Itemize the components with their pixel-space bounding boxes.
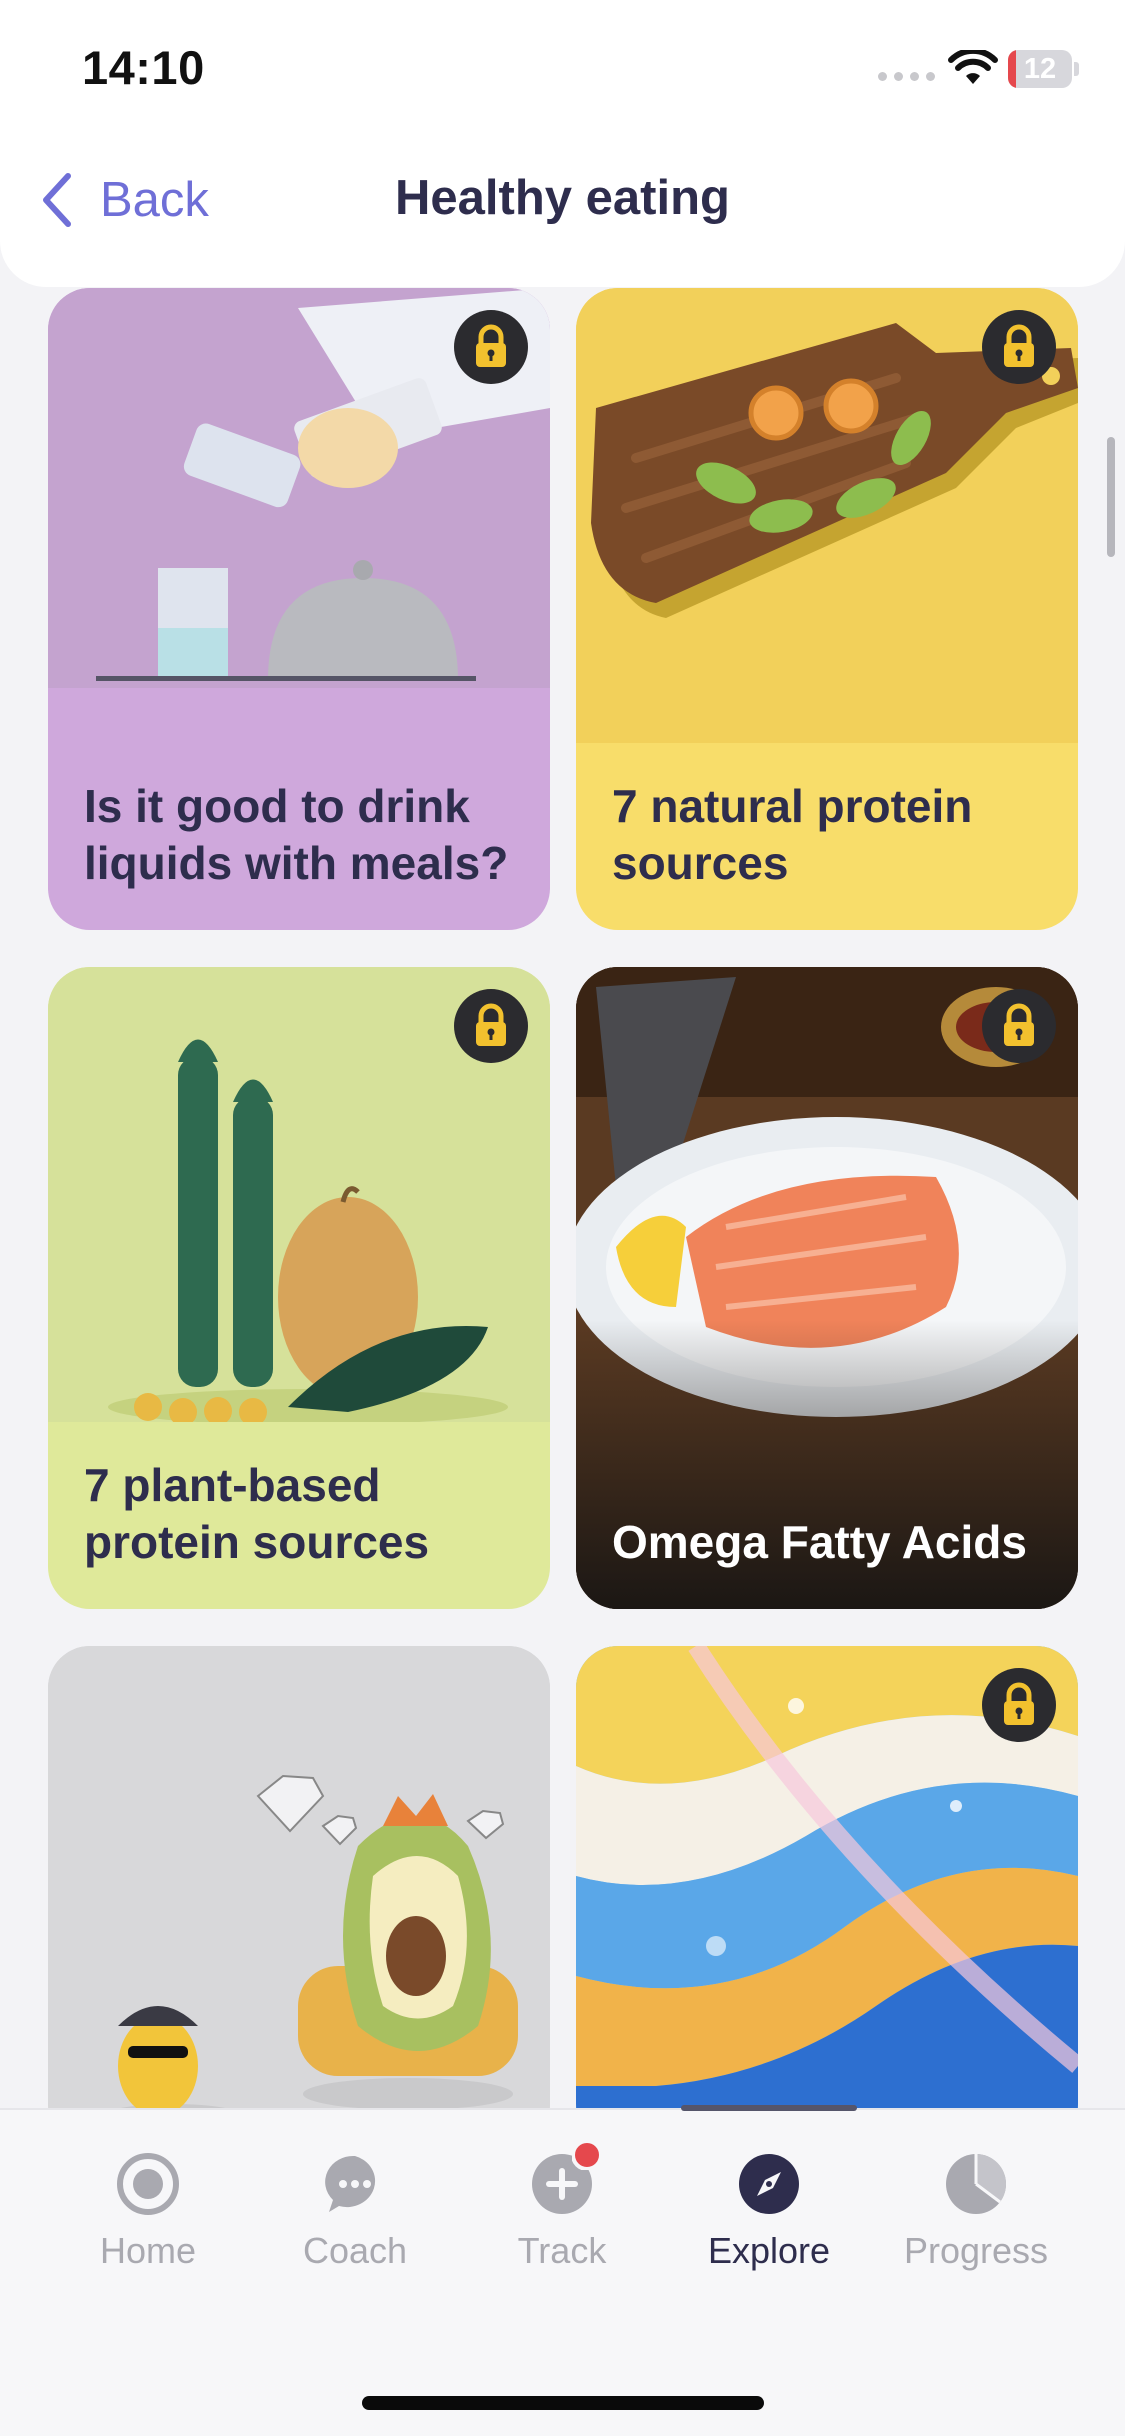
lock-icon — [982, 1668, 1056, 1742]
tab-explore[interactable]: Explore — [669, 2152, 869, 2272]
wifi-icon — [948, 50, 998, 84]
card-oil-swirl[interactable] — [576, 1646, 1078, 2146]
salmon-photo — [576, 967, 1078, 1609]
card-title: 7 natural protein sources — [612, 780, 973, 889]
explore-screen: Is it good to drink liquids with meals? — [0, 0, 1125, 2436]
card-plant-based-protein[interactable]: 7 plant-based protein sources — [48, 967, 550, 1609]
lock-icon — [454, 310, 528, 384]
card-omega-fatty-acids[interactable]: Omega Fatty Acids — [576, 967, 1078, 1609]
compass-icon — [739, 2154, 799, 2214]
card-title: Is it good to drink liquids with meals? — [84, 780, 509, 889]
home-indicator[interactable] — [362, 2396, 764, 2410]
scroll-indicator — [681, 2105, 857, 2111]
tab-label: Home — [99, 2230, 197, 2271]
tab-label: Progress — [903, 2230, 1049, 2271]
lock-icon — [982, 310, 1056, 384]
chat-bubble-icon — [325, 2155, 376, 2212]
battery-icon: 12 — [1008, 50, 1079, 88]
lock-icon — [982, 989, 1056, 1063]
tab-progress[interactable]: Progress — [876, 2152, 1076, 2272]
tab-home[interactable]: Home — [48, 2152, 248, 2272]
tab-label: Coach — [302, 2230, 408, 2271]
card-liquids-with-meals[interactable]: Is it good to drink liquids with meals? — [48, 288, 550, 930]
navigation-header: 14:10 12 Back Healthy eating — [0, 0, 1125, 287]
notification-badge — [572, 2140, 602, 2170]
tab-label: Track — [517, 2230, 607, 2271]
scrollbar-thumb[interactable] — [1107, 437, 1115, 557]
card-natural-protein-sources[interactable]: 7 natural protein sources — [576, 288, 1078, 930]
cellular-signal-icon — [878, 72, 935, 81]
tab-coach[interactable]: Coach — [255, 2152, 455, 2272]
tab-track[interactable]: Track — [462, 2140, 662, 2272]
battery-level: 12 — [1023, 53, 1057, 85]
pie-chart-icon — [946, 2154, 1006, 2214]
card-title: Omega Fatty Acids — [612, 1516, 1027, 1568]
card-title: 7 plant-based protein sources — [84, 1459, 430, 1568]
lock-icon — [454, 989, 528, 1063]
tab-label: Explore — [707, 2230, 831, 2271]
card-avocado-king[interactable] — [48, 1646, 550, 2146]
page-title: Healthy eating — [395, 171, 730, 225]
home-circle-icon — [117, 2153, 179, 2215]
tab-bar: Home Coach Track Explore Progress — [0, 2108, 1125, 2436]
status-time: 14:10 — [82, 41, 205, 94]
avocado-king-illustration — [48, 1646, 550, 2146]
